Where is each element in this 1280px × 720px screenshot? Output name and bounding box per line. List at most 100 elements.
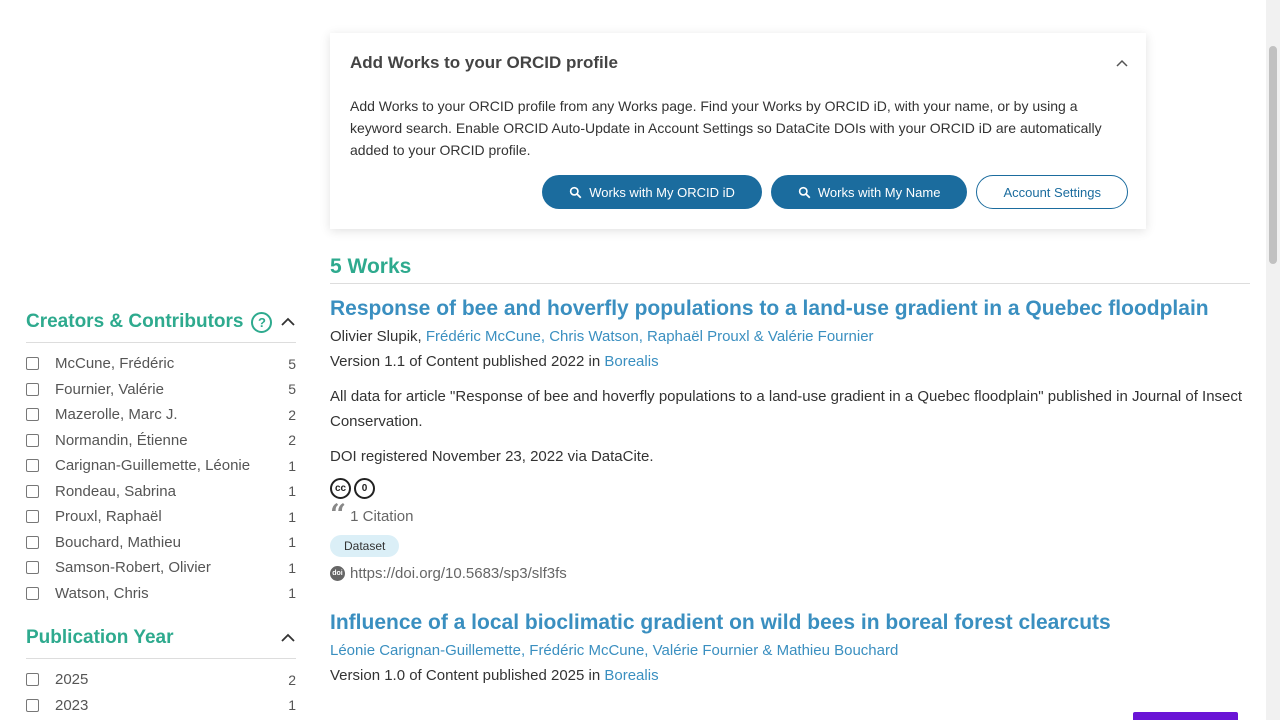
facet-item-label: Samson-Robert, Olivier bbox=[55, 559, 211, 577]
facet-item-label: Bouchard, Mathieu bbox=[55, 533, 181, 551]
facet-item-label: Normandin, Étienne bbox=[55, 431, 188, 449]
resource-type-badge: Dataset bbox=[330, 535, 400, 557]
works-with-orcid-button[interactable]: Works with My ORCID iD bbox=[542, 175, 762, 209]
results-area: 5 Works Response of bee and hoverfly pop… bbox=[330, 255, 1250, 688]
work-version: Version 1.0 of Content published 2025 in… bbox=[330, 663, 1250, 688]
facet-item-label: McCune, Frédéric bbox=[55, 355, 175, 373]
creators-facet-header: Creators & Contributors ? bbox=[26, 308, 296, 343]
facet-item[interactable]: Fournier, Valérie 5 bbox=[26, 377, 296, 403]
works-count: 5 Works bbox=[330, 255, 1250, 284]
citation-label: 1 Citation bbox=[350, 507, 414, 525]
facet-checkbox[interactable] bbox=[26, 357, 39, 371]
feedback-widget-tab[interactable] bbox=[1133, 712, 1238, 720]
scrollbar-thumb[interactable] bbox=[1269, 46, 1277, 264]
facet-item[interactable]: Rondeau, Sabrina 1 bbox=[26, 479, 296, 505]
doi-registered-text: DOI registered November 23, 2022 via Dat… bbox=[330, 448, 654, 465]
facet-checkbox[interactable] bbox=[26, 698, 39, 712]
facet-item-count: 1 bbox=[288, 483, 296, 500]
facet-item-label: Mazerolle, Marc J. bbox=[55, 406, 178, 424]
facet-checkbox[interactable] bbox=[26, 408, 39, 422]
facet-item[interactable]: 2023 1 bbox=[26, 693, 296, 719]
facet-checkbox[interactable] bbox=[26, 484, 39, 498]
facet-checkbox[interactable] bbox=[26, 382, 39, 396]
facet-item[interactable]: Carignan-Guillemette, Léonie 1 bbox=[26, 453, 296, 479]
facet-checkbox[interactable] bbox=[26, 535, 39, 549]
facet-item[interactable]: Bouchard, Mathieu 1 bbox=[26, 530, 296, 556]
orcid-panel-title: Add Works to your ORCID profile bbox=[350, 53, 618, 72]
chevron-up-icon[interactable] bbox=[1114, 55, 1130, 71]
facet-checkbox[interactable] bbox=[26, 561, 39, 575]
repository-link[interactable]: Borealis bbox=[604, 353, 658, 370]
facet-item-count: 1 bbox=[288, 697, 296, 714]
account-settings-button[interactable]: Account Settings bbox=[976, 175, 1128, 209]
quote-icon: “ bbox=[330, 498, 347, 531]
help-icon[interactable]: ? bbox=[251, 311, 273, 333]
work-version-text: Version 1.0 of Content published 2025 in bbox=[330, 667, 605, 684]
works-with-orcid-label: Works with My ORCID iD bbox=[589, 184, 735, 200]
orcid-info-panel: Add Works to your ORCID profile Add Work… bbox=[330, 33, 1146, 229]
publication-year-facet: Publication Year 2025 2 2023 1 bbox=[26, 624, 296, 718]
search-icon bbox=[570, 186, 582, 198]
works-with-name-button[interactable]: Works with My Name bbox=[770, 175, 968, 209]
facet-item-count: 2 bbox=[288, 671, 296, 688]
work-description: All data for article "Response of bee an… bbox=[330, 388, 1243, 430]
work-version-text: Version 1.1 of Content published 2022 in bbox=[330, 353, 605, 370]
facet-item-label: 2023 bbox=[55, 696, 89, 714]
facet-item-count: 5 bbox=[288, 381, 296, 398]
facet-checkbox[interactable] bbox=[26, 459, 39, 473]
creators-facet-list: McCune, Frédéric 5 Fournier, Valérie 5 Mazer… bbox=[26, 351, 296, 606]
repository-link[interactable]: Borealis bbox=[604, 667, 658, 684]
work-authors: Olivier Slupik, Frédéric McCune, Chris W… bbox=[330, 324, 1250, 349]
work-title-link[interactable]: Response of bee and hoverfly populations… bbox=[330, 294, 1250, 324]
facet-item-label: Fournier, Valérie bbox=[55, 380, 164, 398]
work-item: Influence of a local bioclimatic gradien… bbox=[330, 608, 1250, 688]
chevron-up-icon[interactable] bbox=[280, 314, 296, 330]
orcid-button-group: Works with My ORCID iD Works with My Nam… bbox=[542, 175, 1128, 209]
work-item: Response of bee and hoverfly populations… bbox=[330, 294, 1250, 582]
doi-url-link[interactable]: https://doi.org/10.5683/sp3/slf3fs bbox=[350, 565, 567, 582]
citation-count: “ 1 Citation bbox=[330, 498, 1250, 531]
facet-item[interactable]: Normandin, Étienne 2 bbox=[26, 428, 296, 454]
facet-checkbox[interactable] bbox=[26, 433, 39, 447]
work-version: Version 1.1 of Content published 2022 in… bbox=[330, 349, 1250, 374]
facet-item[interactable]: Samson-Robert, Olivier 1 bbox=[26, 555, 296, 581]
facet-item-count: 1 bbox=[288, 508, 296, 525]
facet-item-count: 2 bbox=[288, 406, 296, 423]
facet-item-count: 5 bbox=[288, 355, 296, 372]
facet-checkbox[interactable] bbox=[26, 673, 39, 687]
facet-checkbox[interactable] bbox=[26, 586, 39, 600]
facet-item-label: Carignan-Guillemette, Léonie bbox=[55, 457, 251, 475]
creators-facet-title: Creators & Contributors bbox=[26, 311, 244, 332]
cc-license-icon: cc bbox=[330, 478, 351, 499]
orcid-panel-description: Add Works to your ORCID profile from any… bbox=[350, 98, 1102, 158]
work-author-links[interactable]: Frédéric McCune, Chris Watson, Raphaël P… bbox=[426, 328, 874, 345]
facet-item[interactable]: Prouxl, Raphaël 1 bbox=[26, 504, 296, 530]
facet-item[interactable]: 2025 2 bbox=[26, 667, 296, 693]
work-authors: Léonie Carignan-Guillemette, Frédéric Mc… bbox=[330, 638, 1250, 663]
chevron-up-icon[interactable] bbox=[280, 630, 296, 646]
work-title-link[interactable]: Influence of a local bioclimatic gradien… bbox=[330, 608, 1250, 638]
facet-item-label: Prouxl, Raphaël bbox=[55, 508, 162, 526]
year-facet-title: Publication Year bbox=[26, 627, 174, 648]
facet-item-label: Rondeau, Sabrina bbox=[55, 482, 176, 500]
license-icons[interactable]: cc 0 bbox=[330, 478, 1250, 499]
doi-icon: doi bbox=[330, 566, 345, 581]
search-icon bbox=[798, 186, 811, 198]
cc-zero-icon: 0 bbox=[354, 478, 375, 499]
facet-item-label: 2025 bbox=[55, 671, 89, 689]
creators-facet: Creators & Contributors ? McCune, Frédér… bbox=[26, 308, 296, 606]
facet-item[interactable]: Mazerolle, Marc J. 2 bbox=[26, 402, 296, 428]
facet-item-count: 1 bbox=[288, 457, 296, 474]
facet-item[interactable]: Watson, Chris 1 bbox=[26, 581, 296, 607]
facet-checkbox[interactable] bbox=[26, 510, 39, 524]
facet-item[interactable]: McCune, Frédéric 5 bbox=[26, 351, 296, 377]
facet-item-count: 2 bbox=[288, 432, 296, 449]
facet-item-count: 1 bbox=[288, 585, 296, 602]
year-facet-list: 2025 2 2023 1 bbox=[26, 667, 296, 718]
works-with-name-label: Works with My Name bbox=[817, 184, 941, 200]
work-author-links[interactable]: Léonie Carignan-Guillemette, Frédéric Mc… bbox=[330, 642, 898, 659]
facet-item-count: 1 bbox=[288, 559, 296, 576]
facet-item-label: Watson, Chris bbox=[55, 584, 149, 602]
facet-item-count: 1 bbox=[288, 534, 296, 551]
work-author: Olivier Slupik, bbox=[330, 328, 426, 345]
